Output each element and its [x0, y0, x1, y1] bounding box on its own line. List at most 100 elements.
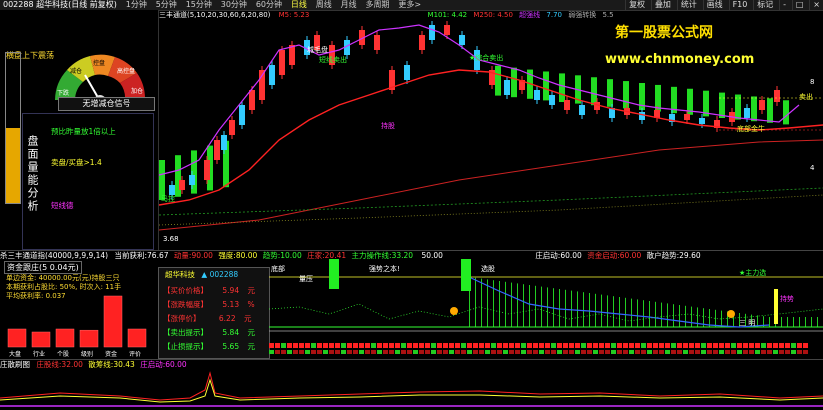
ind-stripe — [499, 281, 500, 327]
stock-row-1-unit: % — [247, 300, 255, 309]
ind-square — [419, 343, 424, 348]
ind-square — [407, 350, 412, 354]
ind-square — [557, 350, 562, 354]
mark-button[interactable]: 标记 — [753, 0, 776, 10]
adjust-button[interactable]: 复权 — [625, 0, 648, 10]
ind-stripe — [601, 294, 602, 327]
overlay-button[interactable]: 叠加 — [650, 0, 674, 10]
candle-body — [744, 108, 750, 118]
ind-label-c: 选股 — [481, 264, 495, 273]
ind-square — [371, 350, 376, 354]
period-month[interactable]: 月线 — [338, 0, 360, 10]
ind-square — [449, 343, 454, 348]
stock-info-box: 超华科技 ▲ 002288 【买价价格】 5.94 元 【涨跌幅度】 5.13 … — [158, 267, 270, 359]
ind-square — [479, 343, 484, 348]
ind-square — [641, 343, 646, 348]
ind-square — [401, 350, 406, 354]
close-button[interactable]: × — [809, 0, 823, 10]
ind-square — [485, 343, 490, 348]
ind-square — [383, 343, 388, 348]
capital-bar-label: 个股 — [57, 351, 69, 358]
maximize-button[interactable]: □ — [791, 0, 807, 10]
volume-bar — [5, 52, 21, 204]
ind-square — [479, 350, 484, 354]
ind-label-e: 量压 — [299, 275, 313, 283]
indicator-squares — [269, 343, 808, 354]
stock-row-2: 【涨停价】 6.22 元 — [163, 313, 251, 325]
ind-square — [359, 343, 364, 348]
ind-square — [623, 350, 628, 354]
candle-body — [534, 90, 540, 100]
ind-square — [377, 350, 382, 354]
ind-square — [473, 350, 478, 354]
period-multi[interactable]: 多周期 — [363, 0, 393, 10]
ind-square — [689, 343, 694, 348]
ind-stripe — [679, 305, 680, 327]
stock-row-1: 【涨跌幅度】 5.13 % — [163, 299, 255, 311]
draw-button[interactable]: 画线 — [702, 0, 726, 10]
ind-stripe — [649, 301, 650, 327]
ind-square — [701, 343, 706, 348]
period-day[interactable]: 日线 — [288, 0, 310, 10]
ind-square — [677, 343, 682, 348]
label-chengmao: 城毛盘 — [307, 45, 328, 54]
ind-square — [599, 343, 604, 348]
ind-square — [563, 350, 568, 354]
period-more[interactable]: 更多> — [395, 0, 424, 10]
ind-square — [653, 350, 658, 354]
f10-button[interactable]: F10 — [728, 0, 751, 10]
gauge-label-0: 下跌 — [57, 89, 69, 97]
ind-square — [377, 343, 382, 348]
period-1min[interactable]: 1分钟 — [123, 0, 150, 10]
ind-square — [605, 343, 610, 348]
ind-stripe — [541, 286, 542, 327]
ind-square — [647, 350, 652, 354]
ind-square — [533, 350, 538, 354]
candle-body — [229, 120, 235, 135]
ind-green-block-1 — [329, 259, 339, 289]
capital-bar-label: 行业 — [33, 350, 45, 358]
stock-code-title: 002288 超华科技(日线 前复权) — [3, 0, 117, 9]
ind-stripe — [817, 317, 818, 327]
gauge-label-4: 加仓 — [131, 87, 143, 95]
ind-square — [545, 350, 550, 354]
minimize-button[interactable]: - — [779, 0, 789, 10]
ind-square — [353, 350, 358, 354]
ind-square — [527, 350, 532, 354]
band-stripe — [511, 67, 517, 98]
ind-square — [761, 350, 766, 354]
capital-bar — [31, 331, 51, 348]
capital-panel: 资金跟庄(5 0.04元) 单边资金: 40000.00元(元)持股三只 本期获… — [0, 259, 157, 359]
ind-square — [593, 350, 598, 354]
ind-square — [653, 343, 658, 348]
ind-square — [695, 343, 700, 348]
period-30min[interactable]: 30分钟 — [218, 0, 250, 10]
stats-button[interactable]: 统计 — [676, 0, 700, 10]
ind-square — [437, 343, 442, 348]
capital-bar — [79, 329, 99, 348]
period-week[interactable]: 周线 — [313, 0, 335, 10]
ind-coin-2 — [727, 310, 735, 318]
ind-v3: 80.00 — [235, 251, 258, 260]
period-5min[interactable]: 5分钟 — [153, 0, 180, 10]
band-stripe — [591, 77, 597, 106]
indicator-chart[interactable]: 底部 强势之本! 选股 ★主力选 量压 三 明 持势 — [269, 259, 823, 359]
candle-body — [249, 90, 255, 110]
label-bottom-bull: 底部金牛 — [737, 124, 765, 133]
period-15min[interactable]: 15分钟 — [183, 0, 215, 10]
capital-bar-label: 资金 — [105, 350, 117, 358]
bottom-indicator-chart[interactable] — [0, 368, 823, 410]
watermark-url: www.chnmoney.com — [605, 52, 755, 67]
ind-square — [503, 350, 508, 354]
ind-square — [659, 343, 664, 348]
main-kline-chart[interactable]: 城毛盘 短线卖出 ★综合卖出 持股 底部金牛 卖出 马控 3.68 8 4 — [159, 10, 823, 250]
ind-square — [635, 350, 640, 354]
ind-square — [431, 343, 436, 348]
ind-square — [341, 350, 346, 354]
ma-dotted-green — [159, 187, 823, 216]
ind-square — [281, 343, 286, 348]
ind-square — [551, 350, 556, 354]
period-60min[interactable]: 60分钟 — [253, 0, 285, 10]
ind-stripe — [769, 317, 770, 327]
ind-square — [509, 350, 514, 354]
